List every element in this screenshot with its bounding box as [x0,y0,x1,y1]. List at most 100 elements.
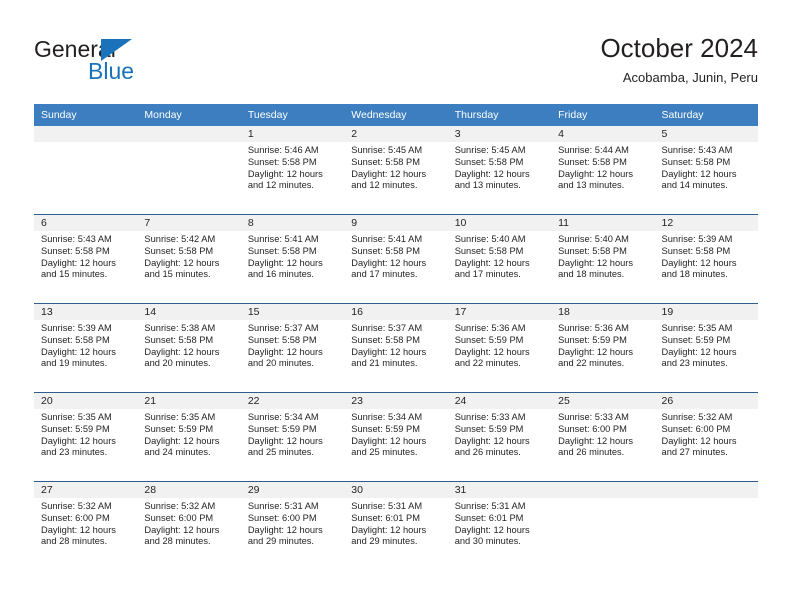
sunrise-text: Sunrise: 5:34 AM [247,412,319,422]
sunset-text: Sunset: 5:59 PM [558,334,627,345]
sunset-text: Sunset: 5:58 PM [41,245,110,256]
day-details: Sunrise: 5:33 AM Sunset: 5:59 PM Daylight:… [448,409,551,459]
day-details: Sunrise: 5:46 AM Sunset: 5:58 PM Daylight:… [241,142,344,192]
weekday-header-wednesday: Wednesday [344,104,448,126]
calendar-day-cell[interactable]: 1 Sunrise: 5:46 AM Sunset: 5:58 PM Daylight… [240,126,345,215]
sunset-text: Sunset: 5:58 PM [144,334,214,345]
daylight-text-line2: and 26 minutes. [454,447,521,458]
calendar-week-row: 1 Sunrise: 5:46 AM Sunset: 5:58 PM Daylight… [34,126,758,215]
calendar-day-cell[interactable]: 22 Sunrise: 5:34 AM Sunset: 5:59 PM Dayligh… [240,392,345,482]
calendar-day-cell[interactable]: 15 Sunrise: 5:37 AM Sunset: 5:58 PM Dayligh… [240,303,345,393]
calendar-day-cell[interactable]: 2 Sunrise: 5:45 AM Sunset: 5:58 PM Daylight… [344,126,448,215]
calendar-day-cell[interactable]: 23 Sunrise: 5:34 AM Sunset: 5:59 PM Dayligh… [344,392,448,482]
calendar-day-cell[interactable]: 21 Sunrise: 5:35 AM Sunset: 5:59 PM Dayligh… [137,392,241,482]
daylight-text-line2: and 28 minutes. [144,536,211,547]
sunrise-text: Sunrise: 5:43 AM [41,234,112,244]
page-header: General Blue October 2024 Acobamba, Juni… [0,0,792,100]
calendar-day-cell[interactable]: 16 Sunrise: 5:37 AM Sunset: 5:58 PM Dayligh… [344,303,448,393]
day-number: 3 [447,126,552,142]
calendar-day-cell[interactable]: 29 Sunrise: 5:31 AM Sunset: 6:00 PM Dayligh… [240,481,345,570]
sunrise-text: Sunrise: 5:42 AM [144,234,216,244]
day-number: 27 [34,482,138,498]
sunrise-text: Sunrise: 5:33 AM [558,412,629,422]
sunrise-text: Sunrise: 5:40 AM [454,234,526,244]
calendar-day-cell[interactable]: 19 Sunrise: 5:35 AM Sunset: 5:59 PM Dayligh… [654,303,758,393]
day-cell-inner: 8 Sunrise: 5:41 AM Sunset: 5:58 PM Daylight… [240,215,345,303]
calendar-day-cell[interactable]: 18 Sunrise: 5:36 AM Sunset: 5:59 PM Dayligh… [551,303,655,393]
daylight-text-line2: and 29 minutes. [351,536,418,547]
day-cell-inner: 17 Sunrise: 5:36 AM Sunset: 5:59 PM Dayligh… [447,304,552,392]
calendar-day-cell[interactable]: 30 Sunrise: 5:31 AM Sunset: 6:01 PM Dayligh… [344,481,448,570]
sunset-text: Sunset: 6:00 PM [41,512,110,523]
day-cell-inner: 30 Sunrise: 5:31 AM Sunset: 6:01 PM Dayligh… [344,482,448,570]
calendar-day-cell[interactable]: 28 Sunrise: 5:32 AM Sunset: 6:00 PM Dayligh… [137,481,241,570]
calendar-day-cell[interactable]: 4 Sunrise: 5:44 AM Sunset: 5:58 PM Daylight… [551,126,655,215]
calendar-week-row: 6 Sunrise: 5:43 AM Sunset: 5:58 PM Daylight… [34,214,758,304]
daylight-text-line2: and 29 minutes. [247,536,314,547]
calendar-day-cell[interactable]: 5 Sunrise: 5:43 AM Sunset: 5:58 PM Daylight… [654,126,758,215]
day-cell-inner: 12 Sunrise: 5:39 AM Sunset: 5:58 PM Dayligh… [654,215,758,303]
day-cell-inner: 22 Sunrise: 5:34 AM Sunset: 5:59 PM Dayligh… [240,393,345,481]
day-number: 11 [551,215,655,231]
calendar-day-cell[interactable]: 17 Sunrise: 5:36 AM Sunset: 5:59 PM Dayligh… [447,303,552,393]
sunset-text: Sunset: 6:01 PM [454,512,524,523]
day-details: Sunrise: 5:36 AM Sunset: 5:59 PM Daylight:… [551,320,654,370]
calendar-day-cell[interactable]: 9 Sunrise: 5:41 AM Sunset: 5:58 PM Daylight… [344,214,448,304]
day-cell-inner: 31 Sunrise: 5:31 AM Sunset: 6:01 PM Dayligh… [447,482,552,570]
daylight-text-line1: Daylight: 12 hours [558,168,634,179]
calendar-day-cell[interactable]: 13 Sunrise: 5:39 AM Sunset: 5:58 PM Dayligh… [34,303,138,393]
sunrise-text: Sunrise: 5:34 AM [351,412,423,422]
sunrise-text: Sunrise: 5:41 AM [351,234,423,244]
day-details [551,498,654,501]
sunset-text: Sunset: 5:58 PM [454,156,524,167]
sunrise-text: Sunrise: 5:32 AM [144,501,216,511]
calendar-day-cell[interactable]: 6 Sunrise: 5:43 AM Sunset: 5:58 PM Daylight… [34,214,138,304]
weekday-header-tuesday: Tuesday [240,104,345,126]
calendar-day-cell[interactable]: 27 Sunrise: 5:32 AM Sunset: 6:00 PM Dayligh… [34,481,138,570]
sunset-text: Sunset: 5:58 PM [41,334,110,345]
sunrise-text: Sunrise: 5:43 AM [661,145,733,155]
day-cell-inner [137,126,241,214]
day-cell-inner: 4 Sunrise: 5:44 AM Sunset: 5:58 PM Daylight… [551,126,655,214]
calendar-day-cell[interactable]: 24 Sunrise: 5:33 AM Sunset: 5:59 PM Dayligh… [447,392,552,482]
day-number: 16 [344,304,448,320]
calendar-day-cell[interactable]: 11 Sunrise: 5:40 AM Sunset: 5:58 PM Dayligh… [551,214,655,304]
calendar-day-cell[interactable]: 14 Sunrise: 5:38 AM Sunset: 5:58 PM Dayligh… [137,303,241,393]
calendar-day-cell-empty [551,481,655,570]
calendar-day-cell[interactable]: 31 Sunrise: 5:31 AM Sunset: 6:01 PM Dayligh… [447,481,552,570]
calendar-day-cell[interactable]: 25 Sunrise: 5:33 AM Sunset: 6:00 PM Dayligh… [551,392,655,482]
daylight-text-line1: Daylight: 12 hours [454,524,530,535]
day-cell-inner: 6 Sunrise: 5:43 AM Sunset: 5:58 PM Daylight… [34,215,138,303]
daylight-text-line2: and 21 minutes. [351,358,418,369]
day-details: Sunrise: 5:39 AM Sunset: 5:58 PM Daylight:… [34,320,137,370]
general-blue-logo[interactable]: General Blue [34,36,234,84]
day-details: Sunrise: 5:40 AM Sunset: 5:58 PM Daylight:… [448,231,551,281]
day-number [137,126,241,142]
sunset-text: Sunset: 5:59 PM [144,423,214,434]
calendar-day-cell-empty [654,481,758,570]
sunrise-text: Sunrise: 5:38 AM [144,323,216,333]
daylight-text-line1: Daylight: 12 hours [41,524,116,535]
daylight-text-line1: Daylight: 12 hours [661,257,737,268]
calendar-day-cell[interactable]: 10 Sunrise: 5:40 AM Sunset: 5:58 PM Dayligh… [447,214,552,304]
calendar-day-cell[interactable]: 20 Sunrise: 5:35 AM Sunset: 5:59 PM Dayligh… [34,392,138,482]
day-details: Sunrise: 5:31 AM Sunset: 6:00 PM Daylight:… [241,498,344,548]
calendar-day-cell[interactable]: 3 Sunrise: 5:45 AM Sunset: 5:58 PM Daylight… [447,126,552,215]
day-details [137,142,240,145]
daylight-text-line1: Daylight: 12 hours [247,257,323,268]
sunrise-text: Sunrise: 5:45 AM [454,145,526,155]
day-cell-inner: 28 Sunrise: 5:32 AM Sunset: 6:00 PM Dayligh… [137,482,241,570]
calendar-day-cell[interactable]: 7 Sunrise: 5:42 AM Sunset: 5:58 PM Daylight… [137,214,241,304]
calendar-day-cell[interactable]: 26 Sunrise: 5:32 AM Sunset: 6:00 PM Dayligh… [654,392,758,482]
daylight-text-line1: Daylight: 12 hours [41,346,116,357]
daylight-text-line1: Daylight: 12 hours [41,257,116,268]
day-number: 9 [344,215,448,231]
daylight-text-line2: and 17 minutes. [454,269,521,280]
day-details: Sunrise: 5:43 AM Sunset: 5:58 PM Daylight:… [34,231,137,281]
calendar-day-cell[interactable]: 8 Sunrise: 5:41 AM Sunset: 5:58 PM Daylight… [240,214,345,304]
day-cell-inner: 16 Sunrise: 5:37 AM Sunset: 5:58 PM Dayligh… [344,304,448,392]
day-details: Sunrise: 5:34 AM Sunset: 5:59 PM Daylight:… [241,409,344,459]
calendar-day-cell[interactable]: 12 Sunrise: 5:39 AM Sunset: 5:58 PM Dayligh… [654,214,758,304]
sunrise-text: Sunrise: 5:37 AM [247,323,319,333]
calendar-week-row: 13 Sunrise: 5:39 AM Sunset: 5:58 PM Dayligh… [34,303,758,393]
